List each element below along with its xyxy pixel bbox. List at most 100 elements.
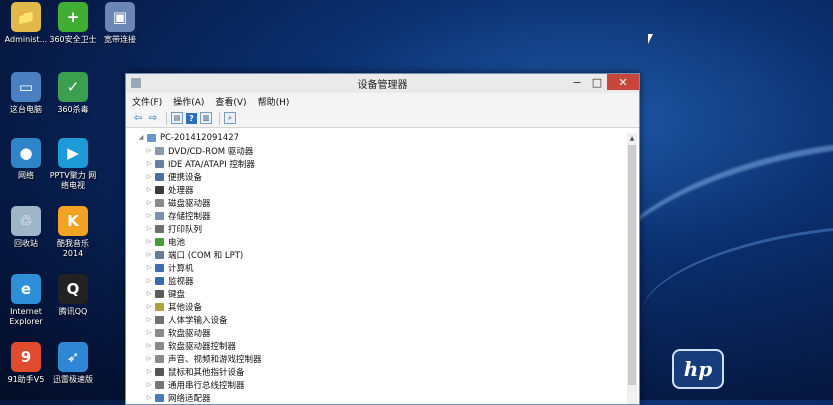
desktop-icon-label: 网络: [18, 171, 34, 180]
expand-arrow-icon[interactable]: ▷: [145, 264, 153, 271]
expand-arrow-icon[interactable]: ▷: [145, 212, 153, 219]
desktop-icon[interactable]: ▣ 宽带连接: [94, 2, 146, 45]
expand-arrow-icon[interactable]: ▷: [145, 147, 153, 154]
tree-item[interactable]: ▷ 软盘驱动器控制器: [131, 339, 621, 352]
minimize-button[interactable]: −: [567, 74, 587, 90]
tree-item-label: 软盘驱动器: [168, 328, 211, 339]
expand-arrow-icon[interactable]: ▷: [145, 160, 153, 167]
tree-item[interactable]: ▷ 鼠标和其他指针设备: [131, 365, 621, 378]
toolbar-divider: [219, 111, 220, 125]
menu-help[interactable]: 帮助(H): [258, 95, 290, 108]
tree-item[interactable]: ▷ DVD/CD-ROM 驱动器: [131, 144, 621, 157]
scan-hardware-icon[interactable]: ⌕: [224, 112, 236, 124]
properties-icon[interactable]: ▤: [171, 112, 183, 124]
desktop-icon-image: K: [58, 206, 88, 236]
tree-item[interactable]: ▷ 通用串行总线控制器: [131, 378, 621, 391]
expand-arrow-icon[interactable]: ▷: [145, 199, 153, 206]
menu-view[interactable]: 查看(V): [215, 95, 246, 108]
menu-action[interactable]: 操作(A): [173, 95, 204, 108]
help-icon[interactable]: ?: [186, 112, 197, 124]
tree-item-label: 软盘驱动器控制器: [168, 341, 237, 352]
device-manager-window: 设备管理器 − □ ✕ 文件(F) 操作(A) 查看(V) 帮助(H) ⇦ ⇨ …: [125, 73, 640, 405]
desktop-icon-label: 这台电脑: [10, 105, 42, 114]
vertical-scrollbar[interactable]: ▲: [627, 133, 637, 404]
tree-item-label: 磁盘驱动器: [168, 198, 211, 209]
desktop-icon[interactable]: ▭ 这台电脑: [0, 72, 52, 115]
desktop-icon-image: ▭: [11, 72, 41, 102]
desktop-icon[interactable]: Q 腾讯QQ: [47, 274, 99, 317]
desktop-icon[interactable]: ● 网络: [0, 138, 52, 181]
tree-item[interactable]: ▷ 磁盘驱动器: [131, 196, 621, 209]
desktop-icon-label: 酷我音乐 2014: [57, 239, 89, 258]
expand-arrow-icon[interactable]: ▷: [145, 251, 153, 258]
expand-arrow-icon[interactable]: ▷: [145, 186, 153, 193]
desktop-icon[interactable]: ✓ 360杀毒: [47, 72, 99, 115]
tree-item[interactable]: ▷ 其他设备: [131, 300, 621, 313]
expand-arrow-icon[interactable]: ▷: [145, 381, 153, 388]
tree-item[interactable]: ▷ 声音、视频和游戏控制器: [131, 352, 621, 365]
tree-item-label: 存储控制器: [168, 211, 211, 222]
expand-arrow-icon[interactable]: ▷: [145, 355, 153, 362]
expand-arrow-icon[interactable]: ▷: [145, 368, 153, 375]
expand-arrow-icon[interactable]: ▷: [145, 225, 153, 232]
desktop-icon[interactable]: ➶ 迅雷极速版: [47, 342, 99, 385]
expand-arrow-icon[interactable]: ▷: [145, 342, 153, 349]
tree-root[interactable]: ◢ PC-201412091427: [131, 131, 621, 144]
desktop-icon-label: 91助手V5: [7, 375, 45, 384]
scrollbar-thumb[interactable]: [628, 145, 636, 385]
desktop-icon[interactable]: ▶ PPTV聚力 网络电视: [47, 138, 99, 191]
tree-item[interactable]: ▷ 电池: [131, 235, 621, 248]
desktop-icon[interactable]: K 酷我音乐 2014: [47, 206, 99, 259]
expand-arrow-icon[interactable]: ▷: [145, 173, 153, 180]
tree-item[interactable]: ▷ 软盘驱动器: [131, 326, 621, 339]
device-category-icon: [155, 250, 164, 259]
close-button[interactable]: ✕: [607, 74, 639, 90]
device-category-icon: [155, 146, 164, 155]
device-category-icon: [155, 289, 164, 298]
expand-arrow-icon[interactable]: ▷: [145, 329, 153, 336]
desktop-icon[interactable]: 9 91助手V5: [0, 342, 52, 385]
tree-item[interactable]: ▷ 处理器: [131, 183, 621, 196]
scroll-up-icon[interactable]: ▲: [627, 133, 637, 143]
expand-arrow-icon[interactable]: ▷: [145, 290, 153, 297]
desktop-icon[interactable]: ♲ 回收站: [0, 206, 52, 249]
tree-item-label: 监视器: [168, 276, 194, 287]
tree-item[interactable]: ▷ 存储控制器: [131, 209, 621, 222]
expand-arrow-icon[interactable]: ▷: [145, 238, 153, 245]
tree-item[interactable]: ▷ 监视器: [131, 274, 621, 287]
device-category-icon: [155, 224, 164, 233]
desktop-icon[interactable]: +360安全卫士: [47, 2, 99, 45]
back-arrow-icon[interactable]: ⇦: [132, 112, 144, 124]
forward-arrow-icon[interactable]: ⇨: [147, 112, 159, 124]
expand-arrow-icon[interactable]: ▷: [145, 303, 153, 310]
menu-file[interactable]: 文件(F): [132, 95, 162, 108]
collapse-arrow-icon[interactable]: ◢: [137, 134, 145, 141]
tree-item[interactable]: ▷ 计算机: [131, 261, 621, 274]
device-category-icon: [155, 315, 164, 324]
tree-item[interactable]: ▷ 人体学输入设备: [131, 313, 621, 326]
device-category-icon: [155, 328, 164, 337]
tree-item[interactable]: ▷ 端口 (COM 和 LPT): [131, 248, 621, 261]
view-icon[interactable]: ▥: [200, 112, 212, 124]
tree-item-label: DVD/CD-ROM 驱动器: [168, 146, 254, 157]
expand-arrow-icon[interactable]: ▷: [145, 277, 153, 284]
desktop-icon-label: 腾讯QQ: [58, 307, 88, 316]
tree-item-label: 便携设备: [168, 172, 203, 183]
tree-item[interactable]: ▷ 键盘: [131, 287, 621, 300]
tree-item-label: 键盘: [168, 289, 186, 300]
device-category-icon: [155, 159, 164, 168]
desktop-icon-label: PPTV聚力 网络电视: [49, 171, 97, 190]
tree-item[interactable]: ▷ 网络适配器: [131, 391, 621, 404]
maximize-button[interactable]: □: [587, 74, 607, 90]
desktop-icon[interactable]: e Internet Explorer: [0, 274, 52, 327]
device-category-icon: [155, 263, 164, 272]
desktop-icon[interactable]: 📁 Administ...: [0, 2, 52, 45]
tree-item-label: 鼠标和其他指针设备: [168, 367, 245, 378]
title-bar[interactable]: 设备管理器 − □ ✕: [126, 74, 639, 93]
window-title: 设备管理器: [357, 80, 408, 91]
expand-arrow-icon[interactable]: ▷: [145, 316, 153, 323]
tree-item[interactable]: ▷ IDE ATA/ATAPI 控制器: [131, 157, 621, 170]
tree-item-label: 网络适配器: [168, 393, 211, 404]
tree-item[interactable]: ▷ 便携设备: [131, 170, 621, 183]
tree-item[interactable]: ▷ 打印队列: [131, 222, 621, 235]
